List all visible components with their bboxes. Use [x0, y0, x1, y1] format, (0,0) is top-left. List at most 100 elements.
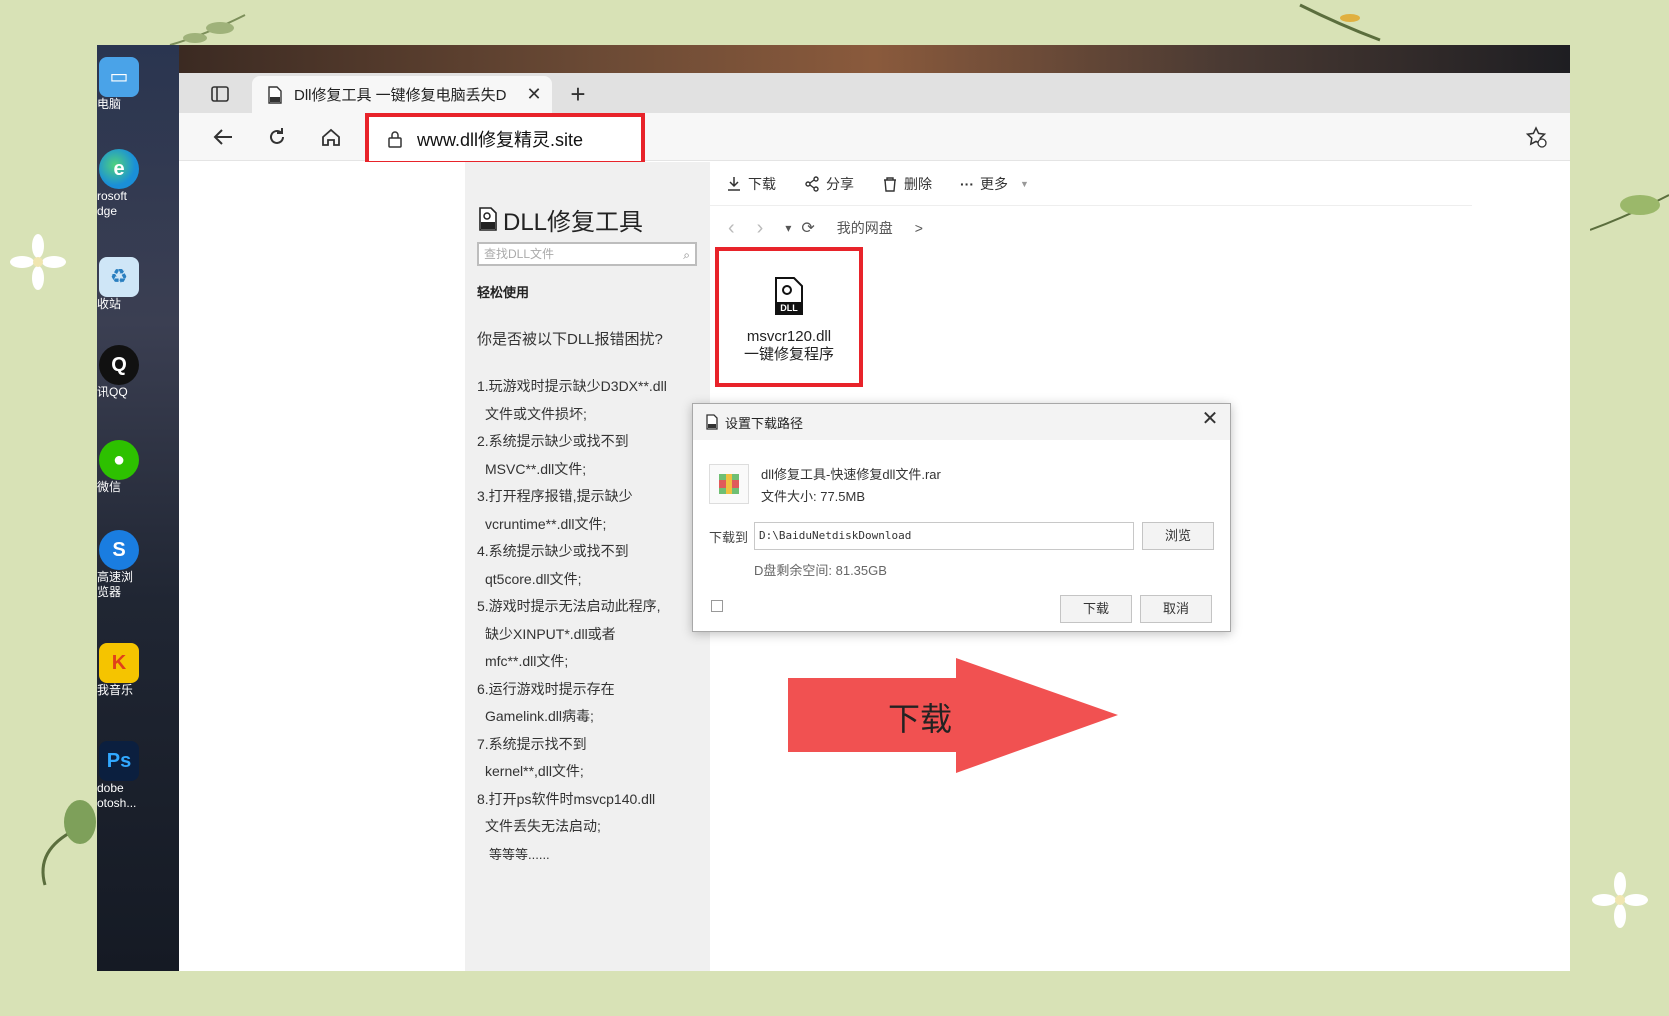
- question-text: 你是否被以下DLL报错困扰?: [477, 331, 663, 348]
- browse-button[interactable]: 浏览: [1142, 522, 1215, 550]
- dll-file-icon: [268, 85, 282, 104]
- sogou-browser-icon: S: [99, 530, 139, 570]
- dialog-file-info: dll修复工具-快速修复dll文件.rar 文件大小: 77.5MB: [709, 464, 941, 508]
- dll-search-input[interactable]: 查找DLL文件 ⌕: [477, 242, 697, 266]
- forward-nav-icon[interactable]: ›: [757, 217, 764, 240]
- desktop-icon-label: 我音乐: [97, 683, 134, 697]
- download-button[interactable]: 下载: [1060, 595, 1132, 623]
- more-label: 更多: [980, 175, 1008, 192]
- brand-title: DLL修复工具: [477, 202, 710, 236]
- dll-file-icon: [706, 414, 718, 430]
- chevron-down-icon: ▼: [1020, 178, 1029, 189]
- desktop-icon-kuwo-music[interactable]: K 我音乐: [97, 643, 179, 698]
- history-dropdown-icon[interactable]: ▾: [785, 221, 791, 235]
- more-toolbar-button[interactable]: ··· 更多 ▼: [960, 174, 1029, 194]
- trash-icon: [884, 176, 896, 192]
- cancel-button[interactable]: 取消: [1140, 595, 1212, 623]
- list-item: 5.游戏时提示无法启动此程序, 缺少XINPUT*.dll或者 mfc**.dll文…: [477, 598, 661, 669]
- tab-close-icon[interactable]: ✕: [522, 84, 546, 105]
- share-toolbar-button[interactable]: 分享: [804, 174, 854, 194]
- dll-tool-sidebar: DLL修复工具 查找DLL文件 ⌕ 轻松使用 你是否被以下DLL报错困扰? 1.…: [465, 162, 710, 971]
- navigation-bar: www.dll修复精灵.site: [179, 113, 1570, 165]
- qq-icon: Q: [99, 345, 139, 385]
- desktop-icon-photoshop[interactable]: Ps dobe otosh...: [97, 741, 179, 811]
- default-path-checkbox[interactable]: [711, 600, 723, 612]
- list-item: 8.打开ps软件时msvcp140.dll 文件丢失无法启动;: [477, 790, 656, 835]
- back-button[interactable]: [207, 121, 239, 153]
- file-toolbar: 下载 分享 删除 ··· 更多 ▼: [710, 162, 1472, 206]
- add-favorite-icon[interactable]: [1524, 125, 1548, 149]
- desktop-icon-computer[interactable]: ▭ 电脑: [97, 57, 179, 112]
- brand-text: DLL修复工具: [503, 208, 644, 236]
- new-tab-button[interactable]: +: [563, 79, 593, 109]
- photoshop-icon: Ps: [99, 741, 139, 781]
- desktop-icon-label: 览器: [97, 585, 122, 599]
- desktop-icon-label: 电脑: [97, 97, 122, 111]
- flower-decoration-left: [10, 234, 66, 290]
- list-item: 6.运行游戏时提示存在 Gamelink.dll病毒;: [477, 680, 615, 725]
- desktop-icon-recycle-bin[interactable]: ♻ 收站: [97, 257, 179, 312]
- share-icon: [805, 175, 819, 192]
- arrow-left-icon: [213, 129, 232, 145]
- desktop-icon-column: ▭ 电脑 e rosoft dge ♻ 收站 Q 讯QQ ● 微信 S 高速浏 …: [97, 45, 179, 971]
- recycle-bin-icon: ♻: [99, 257, 139, 297]
- red-arrow-annotation: [788, 658, 1118, 773]
- dialog-close-icon[interactable]: ✕: [1198, 406, 1222, 430]
- arrow-annotation-label: 下载: [888, 701, 953, 737]
- home-icon: [322, 128, 340, 146]
- desktop-icon-wechat[interactable]: ● 微信: [97, 440, 179, 495]
- wechat-icon: ●: [99, 440, 139, 480]
- desktop-icon-label: 收站: [97, 297, 122, 311]
- browser-window: Dll修复工具 一键修复电脑丢失D ✕ + www.dll修复精灵.site D…: [179, 73, 1570, 971]
- share-label: 分享: [826, 175, 854, 192]
- dialog-file-name: dll修复工具-快速修复dll文件.rar: [761, 467, 941, 482]
- file-name-line1: msvcr120.dll: [746, 328, 832, 345]
- dialog-title-bar: 设置下载路径: [693, 404, 1230, 440]
- refresh-button[interactable]: [261, 121, 293, 153]
- tab-active[interactable]: Dll修复工具 一键修复电脑丢失D ✕: [252, 76, 552, 113]
- error-list: 1.玩游戏时提示缺少D3DX**.dll 文件或文件损坏; 2.系统提示缺少或找不…: [477, 373, 710, 841]
- delete-label: 删除: [904, 175, 932, 192]
- address-bar[interactable]: www.dll修复精灵.site: [365, 113, 645, 165]
- list-item: 7.系统提示找不到 kernel**,dll文件;: [477, 735, 587, 780]
- tab-title: Dll修复工具 一键修复电脑丢失D: [294, 87, 507, 104]
- dll-file-item[interactable]: DLL msvcr120.dll 一键修复程序: [715, 247, 863, 387]
- download-label: 下载: [748, 175, 776, 192]
- desktop-icon-edge[interactable]: e rosoft dge: [97, 149, 179, 219]
- breadcrumb-separator: >: [914, 220, 923, 236]
- refresh-path-icon[interactable]: ⟳: [801, 218, 814, 238]
- free-space-text: D盘剩余空间: 81.35GB: [754, 563, 887, 578]
- tab-actions-button[interactable]: [203, 81, 237, 107]
- address-url: www.dll修复精灵.site: [417, 130, 584, 150]
- desktop-icon-label: 高速浏: [97, 570, 134, 584]
- screenshot-frame: ▭ 电脑 e rosoft dge ♻ 收站 Q 讯QQ ● 微信 S 高速浏 …: [97, 45, 1570, 971]
- desktop-icon-sogou-browser[interactable]: S 高速浏 览器: [97, 530, 179, 600]
- svg-text:DLL: DLL: [780, 303, 798, 313]
- search-icon[interactable]: ⌕: [683, 245, 690, 265]
- desktop-icon-label: dge: [97, 204, 118, 218]
- breadcrumb-location[interactable]: 我的网盘: [837, 218, 893, 238]
- desktop-wallpaper-strip: [179, 45, 1570, 73]
- download-path-row: 下载到 D:\BaiduNetdiskDownload 浏览: [709, 522, 1215, 550]
- download-path-dialog: 设置下载路径 ✕ dll修复工具-快速修复dll文件.rar 文件大小: 77.…: [692, 403, 1231, 632]
- refresh-icon: [270, 128, 284, 144]
- delete-toolbar-button[interactable]: 删除: [882, 174, 932, 194]
- list-item: 3.打开程序报错,提示缺少 vcruntime**.dll文件;: [477, 488, 633, 532]
- back-nav-icon[interactable]: ‹: [728, 217, 735, 240]
- tab-panel-icon: [211, 86, 229, 102]
- desktop-icon-qq[interactable]: Q 讯QQ: [97, 345, 179, 400]
- path-bar: ‹ › ▾ ⟳ 我的网盘 >: [710, 206, 1472, 250]
- section-heading: 轻松使用: [477, 285, 530, 300]
- leaf-decoration-bottom-left: [41, 800, 96, 886]
- desktop-icon-label: 讯QQ: [97, 385, 128, 399]
- flower-decoration-right: [1592, 872, 1648, 928]
- desktop-icon-label: dobe: [97, 781, 124, 795]
- more-dots-icon: ···: [960, 175, 974, 192]
- lock-icon: [388, 131, 402, 148]
- download-toolbar-button[interactable]: 下载: [726, 174, 776, 194]
- download-path-input[interactable]: D:\BaiduNetdiskDownload: [754, 522, 1135, 550]
- home-button[interactable]: [315, 121, 347, 153]
- desktop-icon-label: otosh...: [97, 796, 137, 810]
- kuwo-music-icon: K: [99, 643, 139, 683]
- desktop-icon-label: rosoft: [97, 189, 128, 203]
